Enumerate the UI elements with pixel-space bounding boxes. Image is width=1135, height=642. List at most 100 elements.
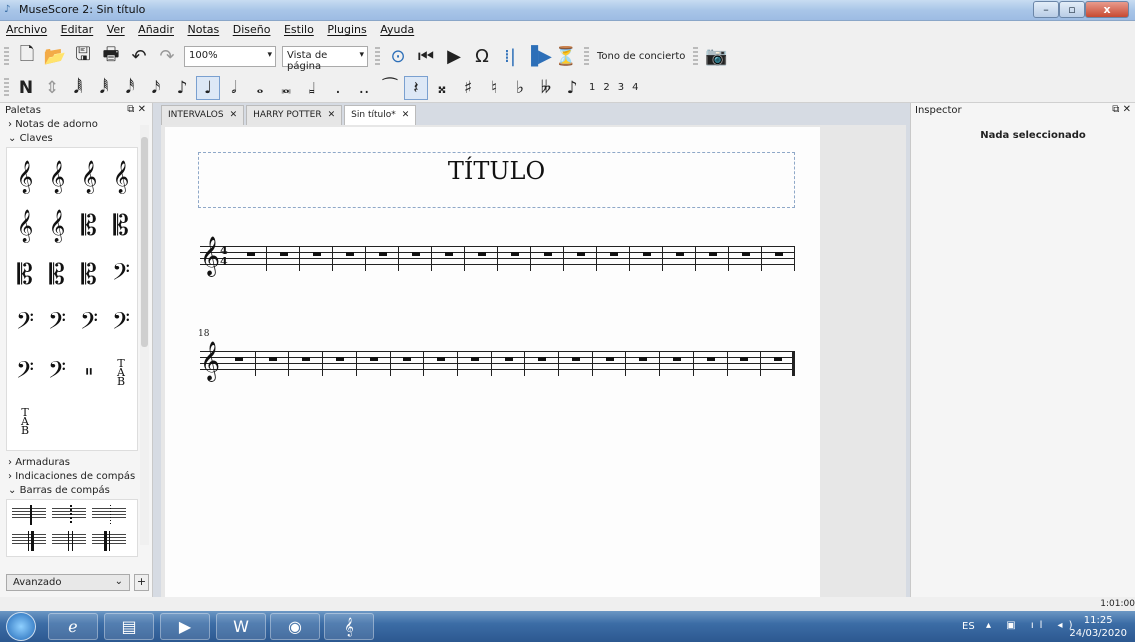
whole-rest[interactable] xyxy=(477,252,486,256)
whole-rest[interactable] xyxy=(605,357,614,361)
time-signature[interactable]: 44 xyxy=(220,245,228,267)
double-dot-icon[interactable]: .. xyxy=(352,76,376,100)
minimize-button[interactable]: – xyxy=(1033,1,1059,18)
double-barline-icon[interactable] xyxy=(12,531,46,551)
sharp-icon[interactable]: ♯ xyxy=(456,76,480,100)
menu-diseno[interactable]: Diseño xyxy=(228,21,276,36)
whole-rest[interactable] xyxy=(268,357,277,361)
toolbar-grip[interactable] xyxy=(4,77,9,98)
whole-rest[interactable] xyxy=(538,357,547,361)
barline[interactable] xyxy=(530,246,531,271)
alto-clef-icon[interactable]: 𝄡 xyxy=(41,250,73,299)
clock[interactable]: 11:25 24/03/2020 xyxy=(1069,614,1127,640)
barline[interactable] xyxy=(659,351,661,376)
whole-rest[interactable] xyxy=(571,357,580,361)
whole-rest[interactable] xyxy=(369,357,378,361)
staff-system-1[interactable]: 𝄞 44 xyxy=(200,236,795,276)
whole-rest[interactable] xyxy=(403,357,412,361)
duration-eighth-icon[interactable]: ♪ xyxy=(170,76,194,100)
voice-1-button[interactable]: 1 xyxy=(589,82,595,93)
menu-estilo[interactable]: Estilo xyxy=(279,21,319,36)
menu-editar[interactable]: Editar xyxy=(56,21,99,36)
note-input-type-icon[interactable]: ⇕ xyxy=(40,76,64,100)
barline[interactable] xyxy=(728,246,729,271)
natural-icon[interactable]: ♮ xyxy=(482,76,506,100)
score-page[interactable]: TÍTULO 𝄞 44 18 𝄞 xyxy=(165,127,820,597)
barline[interactable] xyxy=(423,351,425,376)
pan-score-icon[interactable]: ▐▶ xyxy=(524,45,552,69)
whole-rest[interactable] xyxy=(639,357,648,361)
barline[interactable] xyxy=(398,246,399,271)
treble-clef-8va-icon[interactable]: 𝄞 xyxy=(41,152,73,201)
menu-notas[interactable]: Notas xyxy=(182,21,224,36)
barline[interactable] xyxy=(692,351,694,376)
word-icon[interactable]: W xyxy=(216,613,266,640)
flat-icon[interactable]: ♭ xyxy=(508,76,532,100)
staff-system-2[interactable]: 𝄞 xyxy=(200,341,795,381)
barline[interactable] xyxy=(563,246,564,271)
barline[interactable] xyxy=(464,246,465,271)
voice-3-button[interactable]: 3 xyxy=(618,82,624,93)
concert-pitch-toggle[interactable]: Tono de concierto xyxy=(597,51,685,62)
treble-clef-8vb-alt-icon[interactable]: 𝄞 xyxy=(9,201,41,250)
barline[interactable] xyxy=(760,351,762,376)
barline[interactable] xyxy=(695,246,696,271)
dashed-barline-icon[interactable] xyxy=(52,505,86,525)
percussion-clef-icon[interactable]: 𝄥 xyxy=(73,348,105,397)
whole-rest[interactable] xyxy=(246,252,255,256)
repeat-start-barline-icon[interactable] xyxy=(92,531,126,551)
barline[interactable] xyxy=(490,351,492,376)
c-clef-alt-icon[interactable]: 𝄡 xyxy=(105,201,137,250)
tie-icon[interactable]: ⁀ xyxy=(378,76,402,100)
zoom-select[interactable]: 100% ▾ xyxy=(184,46,276,67)
whole-rest[interactable] xyxy=(543,252,552,256)
float-close-icon[interactable]: ⧉ ✕ xyxy=(1112,104,1131,115)
augmentation-dot-icon[interactable]: . xyxy=(326,76,350,100)
tray-icons[interactable]: ▴ ▣ ıl ◂) xyxy=(986,620,1078,631)
toolbar-grip[interactable] xyxy=(693,46,699,67)
close-tab-icon[interactable]: ✕ xyxy=(402,110,410,125)
maximize-button[interactable]: ▫ xyxy=(1059,1,1085,18)
midi-input-icon[interactable]: ⊙ xyxy=(386,45,410,69)
whole-rest[interactable] xyxy=(642,252,651,256)
barline[interactable] xyxy=(625,351,627,376)
print-icon[interactable]: 🖶 xyxy=(99,44,123,69)
loop-icon[interactable]: Ω xyxy=(470,45,494,69)
voice-4-button[interactable]: 4 xyxy=(632,82,638,93)
barline[interactable] xyxy=(524,351,526,376)
double-flat-icon[interactable]: 𝄫 xyxy=(534,76,558,100)
whole-rest[interactable] xyxy=(444,252,453,256)
barline[interactable] xyxy=(254,351,256,376)
c-clef-icon[interactable]: 𝄡 xyxy=(73,201,105,250)
tab-sin-titulo[interactable]: Sin título* ✕ xyxy=(344,105,417,125)
musescore-taskbar-icon[interactable]: 𝄞 xyxy=(324,613,374,640)
duration-half-icon[interactable]: 𝅗𝅥 xyxy=(222,76,246,100)
whole-rest[interactable] xyxy=(312,252,321,256)
treble-clef-15mb-icon[interactable]: 𝄞 xyxy=(41,201,73,250)
menu-plugins[interactable]: Plugins xyxy=(322,21,371,36)
bass-clef-8vb-icon[interactable]: 𝄢 xyxy=(9,299,41,348)
treble-clef-icon[interactable]: 𝄞 xyxy=(200,236,220,276)
score-title[interactable]: TÍTULO xyxy=(199,157,794,185)
bass-clef-15ma-icon[interactable]: 𝄢 xyxy=(73,299,105,348)
treble-clef-icon[interactable]: 𝄞 xyxy=(9,152,41,201)
barline[interactable] xyxy=(332,246,333,271)
bass-clef-15mb-icon[interactable]: 𝄢 xyxy=(105,299,137,348)
barline[interactable] xyxy=(726,351,728,376)
whole-rest[interactable] xyxy=(302,357,311,361)
barline[interactable] xyxy=(596,246,597,271)
whole-rest[interactable] xyxy=(774,357,783,361)
barline[interactable] xyxy=(591,351,593,376)
whole-rest[interactable] xyxy=(741,252,750,256)
close-tab-icon[interactable]: ✕ xyxy=(328,110,336,125)
internet-explorer-icon[interactable]: ℯ xyxy=(48,613,98,640)
whole-rest[interactable] xyxy=(411,252,420,256)
final-barline[interactable] xyxy=(792,351,795,376)
duration-32nd-icon[interactable]: 𝅘𝅥𝅰 xyxy=(118,76,142,100)
barline[interactable] xyxy=(365,246,366,271)
add-workspace-button[interactable]: + xyxy=(134,574,149,591)
whole-rest[interactable] xyxy=(708,252,717,256)
tab-harry-potter[interactable]: HARRY POTTER ✕ xyxy=(246,105,343,125)
barline[interactable] xyxy=(497,246,498,271)
redo-icon[interactable]: ↷ xyxy=(155,45,179,69)
